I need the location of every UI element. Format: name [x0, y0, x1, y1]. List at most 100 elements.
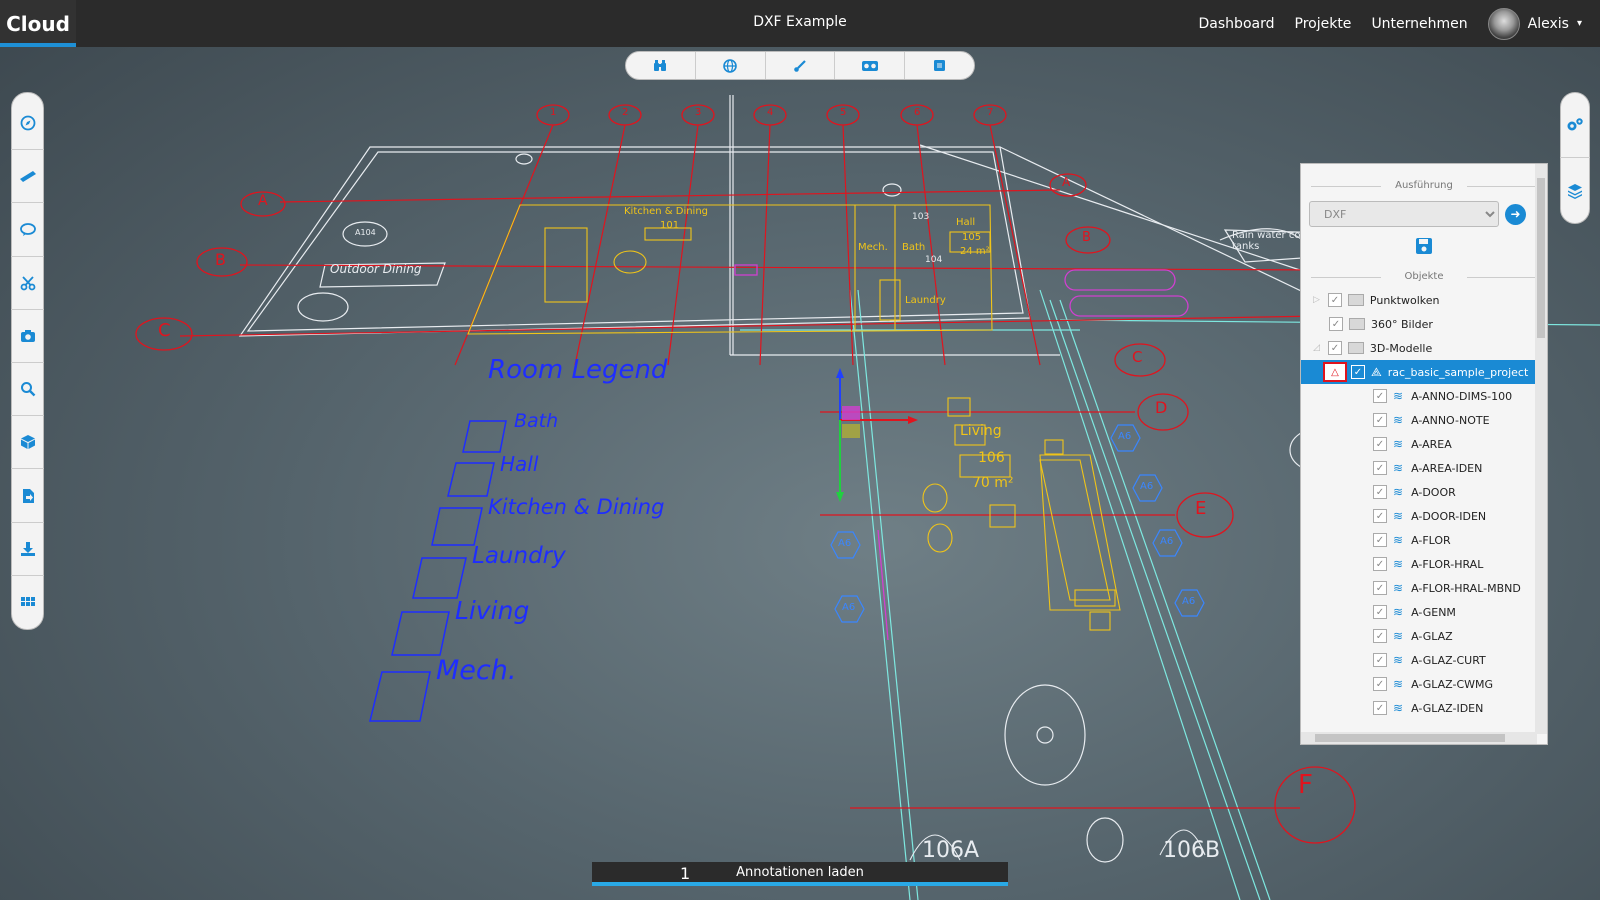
- layers-icon: ≋: [1393, 533, 1404, 547]
- panel-scrollbar-vertical[interactable]: [1535, 164, 1547, 734]
- file-import-icon[interactable]: [11, 469, 44, 523]
- grid-bubbles: [135, 104, 1356, 844]
- tree-item-layer[interactable]: ✓ ≋ A-GLAZ-CWMG: [1301, 672, 1547, 696]
- tree-item-layer[interactable]: ✓ ≋ A-GENM: [1301, 600, 1547, 624]
- tree-item-layer[interactable]: ✓ ≋ A-ANNO-DIMS-100: [1301, 384, 1547, 408]
- scissors-icon[interactable]: [11, 257, 44, 310]
- tree-label: A-GENM: [1411, 605, 1456, 619]
- main-nav: Dashboard Projekte Unternehmen Alexis ▾: [1199, 0, 1582, 47]
- objects-section-title: Objekte: [1311, 271, 1537, 282]
- checkbox[interactable]: ✓: [1373, 557, 1387, 571]
- camera-icon[interactable]: [11, 310, 44, 364]
- checkbox[interactable]: ✓: [1373, 581, 1387, 595]
- vr-glasses-icon[interactable]: [835, 52, 906, 79]
- checkbox[interactable]: ✓: [1373, 461, 1387, 475]
- checkbox[interactable]: ✓: [1373, 533, 1387, 547]
- scrollbar-thumb[interactable]: [1315, 734, 1505, 742]
- checkbox[interactable]: ✓: [1373, 437, 1387, 451]
- right-toolbar: [1560, 92, 1590, 224]
- layers-icon: ≋: [1393, 677, 1404, 691]
- compass-icon[interactable]: [11, 97, 44, 151]
- brush-icon[interactable]: [766, 52, 836, 79]
- tree-item-layer[interactable]: ✓ ≋ A-GLAZ-CURT: [1301, 648, 1547, 672]
- checkbox[interactable]: ✓: [1373, 485, 1387, 499]
- download-icon[interactable]: [11, 523, 44, 576]
- layers-icon: ≋: [1393, 461, 1404, 475]
- tree-item-layer[interactable]: ✓ ≋ A-DOOR: [1301, 480, 1547, 504]
- checkbox[interactable]: ✓: [1373, 677, 1387, 691]
- nav-projekte[interactable]: Projekte: [1295, 16, 1352, 32]
- layers-icon: ≋: [1393, 701, 1404, 715]
- tree-item-layer[interactable]: ✓ ≋ A-GLAZ: [1301, 624, 1547, 648]
- model-warning-icon[interactable]: △: [1323, 362, 1347, 382]
- binoculars-icon[interactable]: [626, 52, 696, 79]
- layers-icon: ≋: [1393, 629, 1404, 643]
- tree-item-layer[interactable]: ✓ ≋ A-FLOR-HRAL-MBND: [1301, 576, 1547, 600]
- box-icon[interactable]: [11, 416, 44, 470]
- comment-icon[interactable]: [11, 203, 44, 257]
- tree-label: A-ANNO-NOTE: [1411, 413, 1490, 427]
- tree-item-layer[interactable]: ✓ ≋ A-FLOR-HRAL: [1301, 552, 1547, 576]
- layers-icon: ≋: [1393, 509, 1404, 523]
- tree-item-layer[interactable]: ✓ ≋ A-AREA-IDEN: [1301, 456, 1547, 480]
- settings-icon[interactable]: [1560, 93, 1590, 158]
- checkbox[interactable]: ✓: [1373, 653, 1387, 667]
- checkbox[interactable]: ✓: [1373, 509, 1387, 523]
- object-tree: ▷ ✓ Punktwolken ✓ 360° Bilder ◿ ✓ 3D-Mod…: [1301, 288, 1547, 720]
- room-legend-swatches: [369, 420, 507, 722]
- search-icon[interactable]: [11, 363, 44, 417]
- tree-label: A-AREA-IDEN: [1411, 461, 1483, 475]
- layers-icon: ≋: [1393, 413, 1404, 427]
- execution-section-title: Ausführung: [1311, 180, 1537, 191]
- save-icon[interactable]: [1415, 237, 1433, 255]
- globe-icon[interactable]: [696, 52, 766, 79]
- checkbox[interactable]: ✓: [1373, 701, 1387, 715]
- checkbox[interactable]: ✓: [1373, 389, 1387, 403]
- annotation-count: 1: [680, 864, 691, 883]
- checkbox[interactable]: ✓: [1327, 341, 1342, 355]
- layers-icon: ≋: [1393, 389, 1404, 403]
- tree-label: A-GLAZ-CURT: [1411, 653, 1486, 667]
- tree-item-360-bilder[interactable]: ✓ 360° Bilder: [1301, 312, 1547, 336]
- panel-scrollbar-horizontal[interactable]: [1301, 732, 1537, 744]
- format-select-row: DXF ➜: [1301, 197, 1547, 231]
- tree-item-layer[interactable]: ✓ ≋ A-AREA: [1301, 432, 1547, 456]
- scrollbar-thumb[interactable]: [1537, 178, 1545, 338]
- tree-label: A-GLAZ-IDEN: [1411, 701, 1484, 715]
- tree-label: A-GLAZ: [1411, 629, 1453, 643]
- nav-unternehmen[interactable]: Unternehmen: [1371, 16, 1467, 32]
- folder-icon: [1349, 318, 1365, 330]
- layers-icon: ≋: [1393, 581, 1404, 595]
- checkbox[interactable]: ✓: [1373, 629, 1387, 643]
- tree-item-layer[interactable]: ✓ ≋ A-GLAZ-IDEN: [1301, 696, 1547, 720]
- tree-item-layer[interactable]: ✓ ≋ A-DOOR-IDEN: [1301, 504, 1547, 528]
- arrow-right-icon[interactable]: ➜: [1505, 203, 1526, 225]
- tree-label: A-FLOR-HRAL: [1411, 557, 1484, 571]
- document-title: DXF Example: [753, 14, 847, 30]
- brand-logo[interactable]: Cloud: [0, 0, 76, 47]
- collapse-arrow-icon[interactable]: ◿: [1313, 343, 1320, 353]
- expand-arrow-icon[interactable]: ▷: [1313, 295, 1320, 305]
- magenta-markers: [734, 264, 1189, 641]
- tree-item-3d-modelle[interactable]: ◿ ✓ 3D-Modelle: [1301, 336, 1547, 360]
- format-select[interactable]: DXF: [1309, 201, 1499, 227]
- ruler-icon[interactable]: [11, 150, 44, 204]
- tree-item-punktwolken[interactable]: ▷ ✓ Punktwolken: [1301, 288, 1547, 312]
- checkbox[interactable]: ✓: [1329, 317, 1343, 331]
- tree-item-layer[interactable]: ✓ ≋ A-FLOR: [1301, 528, 1547, 552]
- top-toolbar: [625, 51, 975, 80]
- user-menu[interactable]: Alexis ▾: [1487, 7, 1582, 40]
- tree-item-layer[interactable]: ✓ ≋ A-ANNO-NOTE: [1301, 408, 1547, 432]
- checkbox[interactable]: ✓: [1351, 365, 1365, 379]
- objects-panel: Ausführung DXF ➜ Objekte ▷ ✓ Punktwolken…: [1300, 163, 1548, 745]
- cube-icon[interactable]: [905, 52, 974, 79]
- checkbox[interactable]: ✓: [1373, 605, 1387, 619]
- checkbox[interactable]: ✓: [1327, 293, 1342, 307]
- top-navbar: Cloud DXF Example Dashboard Projekte Unt…: [0, 0, 1600, 47]
- left-toolbar: [11, 92, 44, 630]
- grid-icon[interactable]: [11, 576, 44, 629]
- tree-item-selected-model[interactable]: △ ✓ ⟁ rac_basic_sample_project: [1301, 360, 1547, 384]
- layers-icon[interactable]: [1560, 158, 1590, 223]
- nav-dashboard[interactable]: Dashboard: [1199, 16, 1275, 32]
- checkbox[interactable]: ✓: [1373, 413, 1387, 427]
